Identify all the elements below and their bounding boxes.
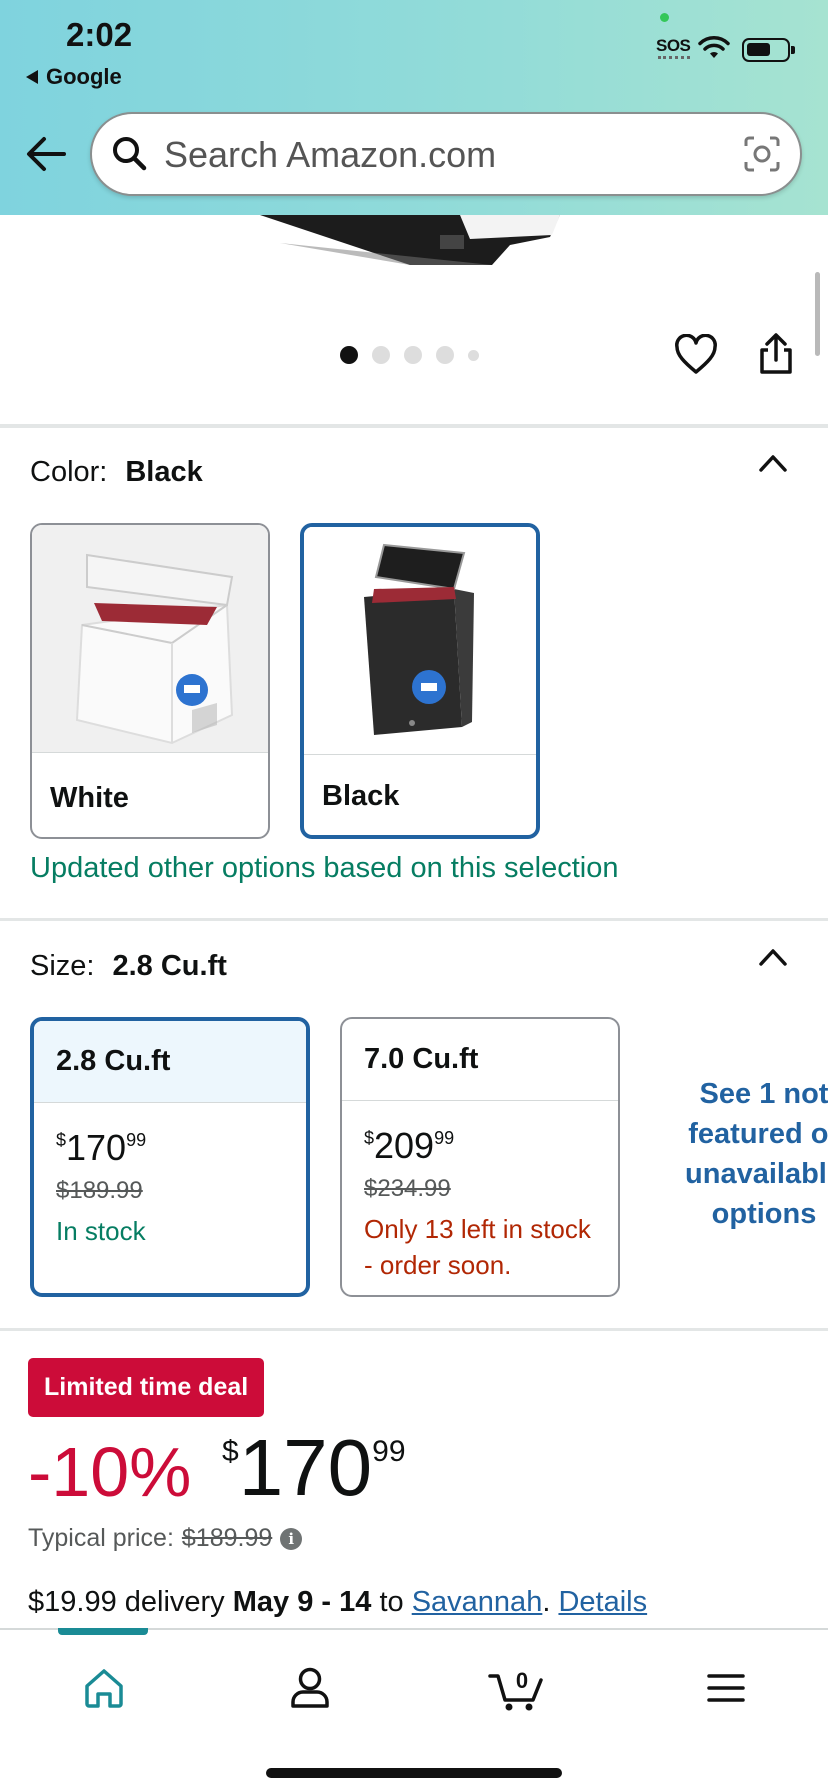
- color-option-black[interactable]: Black: [300, 523, 540, 839]
- scroll-indicator: [815, 272, 820, 356]
- size-label-text: Size:: [30, 950, 95, 982]
- share-icon[interactable]: [756, 332, 796, 376]
- hamburger-menu-icon: [707, 1674, 745, 1702]
- color-selected-value: Black: [125, 456, 203, 488]
- cart-count: 0: [516, 1668, 528, 1693]
- tab-home[interactable]: [74, 1658, 134, 1718]
- back-to-app-link[interactable]: Google: [26, 64, 122, 90]
- section-divider: [0, 424, 828, 428]
- carousel-dot[interactable]: [436, 346, 454, 364]
- size-option-stock: Only 13 left in stock - order soon.: [364, 1214, 591, 1280]
- back-triangle-icon: [26, 70, 38, 84]
- image-carousel-dots[interactable]: [340, 346, 479, 364]
- app-header: 2:02 Google SOS: [0, 0, 828, 215]
- carousel-dot[interactable]: [372, 346, 390, 364]
- wifi-icon: [698, 36, 730, 58]
- search-icon: [113, 137, 147, 171]
- discount-percent: -10%: [28, 1433, 192, 1511]
- size-option-7-0[interactable]: 7.0 Cu.ft $20999 $234.99 Only 13 left in…: [340, 1017, 620, 1297]
- back-app-label: Google: [46, 64, 122, 89]
- delivery-details-link[interactable]: Details: [558, 1586, 647, 1618]
- delivery-to: to: [379, 1586, 404, 1618]
- size-option-list-price: $189.99: [56, 1177, 143, 1204]
- tab-cart[interactable]: 0: [486, 1658, 550, 1718]
- size-label: Size: 2.8 Cu.ft: [30, 950, 227, 983]
- size-option-name: 7.0 Cu.ft: [342, 1019, 618, 1101]
- black-freezer-image: [304, 527, 536, 755]
- carousel-dot[interactable]: [404, 346, 422, 364]
- product-image[interactable]: [260, 215, 570, 270]
- search-input[interactable]: [164, 130, 724, 180]
- info-icon[interactable]: i: [280, 1527, 303, 1550]
- size-option-list-price: $234.99: [364, 1175, 451, 1202]
- delivery-dates: May 9 - 14: [232, 1586, 372, 1618]
- deal-price: $17099: [222, 1423, 406, 1512]
- carousel-dot[interactable]: [340, 346, 358, 364]
- color-option-label: Black: [322, 780, 400, 812]
- collapse-chevron-up-icon[interactable]: [758, 946, 788, 968]
- section-divider: [0, 918, 828, 921]
- delivery-location-link[interactable]: Savannah: [412, 1586, 543, 1618]
- tab-menu[interactable]: [696, 1658, 756, 1718]
- user-icon: [291, 1667, 329, 1708]
- white-freezer-image: [32, 525, 268, 753]
- size-option-name: 2.8 Cu.ft: [34, 1021, 306, 1103]
- size-option-2-8[interactable]: 2.8 Cu.ft $17099 $189.99 In stock: [30, 1017, 310, 1297]
- section-divider: [0, 1328, 828, 1331]
- wishlist-heart-icon[interactable]: [674, 334, 718, 376]
- cart-icon: 0: [488, 1668, 543, 1711]
- carousel-dot[interactable]: [468, 349, 479, 361]
- delivery-fee: $19.99 delivery: [28, 1586, 225, 1618]
- sos-indicator: SOS: [656, 36, 691, 55]
- tab-account[interactable]: [280, 1658, 340, 1718]
- color-option-label: White: [50, 782, 129, 814]
- typical-price-row: Typical price: $189.99 i: [28, 1524, 303, 1553]
- active-tab-indicator: [58, 1628, 148, 1635]
- home-icon: [85, 1669, 123, 1708]
- color-label: Color: Black: [30, 456, 203, 489]
- options-updated-note: Updated other options based on this sele…: [30, 852, 619, 884]
- limited-time-deal-badge: Limited time deal: [28, 1358, 265, 1417]
- back-arrow-icon[interactable]: [24, 134, 68, 174]
- size-option-stock: In stock: [56, 1216, 146, 1246]
- color-option-white[interactable]: White: [30, 523, 270, 839]
- privacy-indicator-dot: [660, 13, 669, 22]
- search-bar[interactable]: [90, 112, 802, 196]
- see-unavailable-options-link[interactable]: See 1 not featured or unavailable option…: [664, 1074, 828, 1234]
- typical-price-label: Typical price:: [28, 1524, 174, 1552]
- signal-dots: [658, 56, 690, 59]
- collapse-chevron-up-icon[interactable]: [758, 452, 788, 474]
- battery-icon: [742, 38, 795, 62]
- bottom-tab-bar: 0: [0, 1628, 828, 1792]
- home-indicator-bar: [266, 1768, 562, 1778]
- status-time: 2:02: [66, 16, 133, 53]
- color-label-text: Color:: [30, 456, 108, 488]
- size-selected-value: 2.8 Cu.ft: [112, 950, 227, 982]
- size-option-price: $17099: [56, 1127, 147, 1168]
- typical-price-value: $189.99: [181, 1524, 273, 1552]
- camera-search-icon[interactable]: [742, 134, 782, 174]
- delivery-info: $19.99 delivery May 9 - 14 to Savannah. …: [28, 1586, 648, 1618]
- size-option-price: $20999: [364, 1125, 455, 1166]
